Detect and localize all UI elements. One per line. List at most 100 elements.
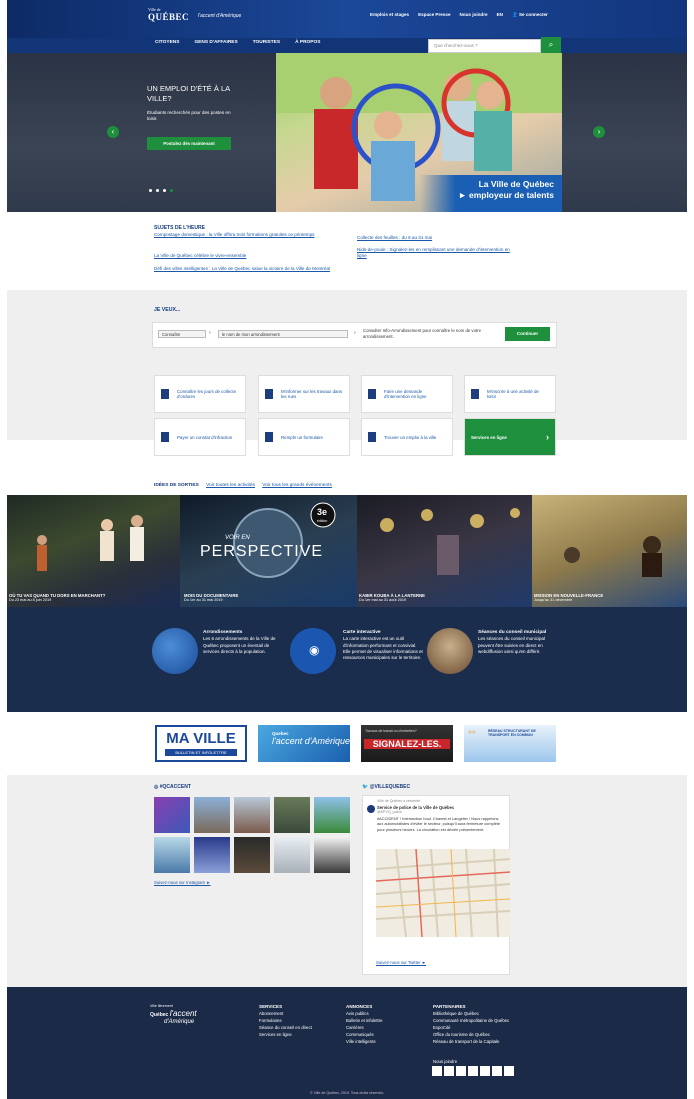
rss-icon[interactable] xyxy=(492,1066,502,1076)
card-loisir[interactable]: M'inscrire à une activité de loisir xyxy=(464,375,556,413)
nav-apropos[interactable]: À PROPOS xyxy=(295,40,320,45)
card-formulaire[interactable]: Remplir un formulaire xyxy=(258,418,350,456)
facebook-icon[interactable] xyxy=(432,1066,442,1076)
continue-button[interactable]: Continuer xyxy=(505,327,550,341)
hero-band: La Ville de Québec ► employeur de talent… xyxy=(420,175,562,212)
avatar xyxy=(367,805,375,813)
carousel-dot[interactable] xyxy=(163,189,166,192)
event-panel[interactable]: VOIR EN PERSPECTIVE 3e édition MOIS DU D… xyxy=(180,495,357,607)
hero-apply-button[interactable]: Postulez dès maintenant xyxy=(147,137,231,150)
council-photo[interactable] xyxy=(427,628,473,674)
twitter-follow-link[interactable]: Suivez-nous sur Twitter ► xyxy=(376,960,426,965)
banner-rtc[interactable]: RÉSEAU STRUCTURANT DE TRANSPORT EN COMMU… xyxy=(464,725,556,762)
briefcase-icon xyxy=(368,432,376,442)
card-emploi[interactable]: Trouver un emploi à la ville xyxy=(361,418,453,456)
instagram-photo[interactable] xyxy=(314,837,350,873)
top-links: Emplois et stages Espace Presse Nous joi… xyxy=(370,12,548,18)
instagram-photo[interactable] xyxy=(154,797,190,833)
carousel-dot-active[interactable] xyxy=(170,189,173,192)
twitter-icon: 🐦 xyxy=(362,784,370,790)
card-collecte[interactable]: Connaître les jours de collecte d'ordure… xyxy=(154,375,246,413)
top-link-emplois[interactable]: Emplois et stages xyxy=(370,12,409,18)
subject-link[interactable]: Défi des villes intelligentes : La Ville… xyxy=(154,266,344,272)
all-events-link[interactable]: Voir tous les grands événements xyxy=(262,483,332,488)
instagram-photo[interactable] xyxy=(234,837,270,873)
tweet-map-image[interactable] xyxy=(376,849,510,937)
footer-logo[interactable]: Ville fièrement Québec l'accent d'Amériq… xyxy=(150,1003,197,1026)
chevron-left-icon: ‹ xyxy=(111,127,115,136)
instagram-photo[interactable] xyxy=(234,797,270,833)
youtube-icon[interactable] xyxy=(456,1066,466,1076)
footer-accent: l'accent xyxy=(169,1009,197,1018)
tweet-retweet: Ville de Québec a retweeté xyxy=(377,799,421,803)
maville-title: MA VILLE xyxy=(166,730,236,747)
footer-link[interactable]: Formulaires xyxy=(259,1017,312,1024)
footer-link[interactable]: Abonnement xyxy=(259,1010,312,1017)
event-panel[interactable]: OÙ TU VAS QUAND TU DORS EN MARCHANT? Du 2… xyxy=(7,495,180,607)
instagram-photo[interactable] xyxy=(194,797,230,833)
linkedin-icon[interactable] xyxy=(480,1066,490,1076)
banner-maville[interactable]: MA VILLE BULLETIN ET INFOLETTRE xyxy=(155,725,247,762)
footer-link[interactable]: Séance du conseil en direct xyxy=(259,1024,312,1031)
carousel-prev-button[interactable]: ‹ xyxy=(107,126,119,138)
event-panel[interactable]: MISSION EN NOUVELLE-FRANCE Jusqu'au 31 dé… xyxy=(532,495,687,607)
footer-link[interactable]: Communauté métropolitaine de Québec xyxy=(433,1017,509,1024)
login-link[interactable]: 👤 Se connecter xyxy=(512,12,548,18)
top-link-joindre[interactable]: Nous joindre xyxy=(460,12,488,18)
instagram-icon[interactable] xyxy=(468,1066,478,1076)
instagram-photo[interactable] xyxy=(154,837,190,873)
nav-affaires[interactable]: GENS D'AFFAIRES xyxy=(194,40,237,45)
subject-link[interactable]: Collecte des feuilles : du 6 au 31 mai xyxy=(357,235,517,241)
quebec-logo[interactable]: Ville de QUÉBEC xyxy=(148,7,189,22)
card-constat[interactable]: Payer un constat d'infraction xyxy=(154,418,246,456)
arrondissements-map-icon[interactable] xyxy=(152,628,198,674)
footer-link[interactable]: Communiqués xyxy=(346,1031,383,1038)
carousel-next-button[interactable]: › xyxy=(593,126,605,138)
card-travaux[interactable]: M'informer sur les travaux dans les rues xyxy=(258,375,350,413)
instagram-photo[interactable] xyxy=(314,797,350,833)
instagram-follow-link[interactable]: Suivez-nous sur Instagram ► xyxy=(154,880,211,885)
nav-touristes[interactable]: TOURISTES xyxy=(253,40,280,45)
action-select[interactable]: Connaître xyxy=(158,330,206,338)
footer-link[interactable]: Ville intelligente xyxy=(346,1038,383,1045)
instagram-photo[interactable] xyxy=(274,797,310,833)
footer-link[interactable]: ExpoCité xyxy=(433,1024,509,1031)
band-line2: ► employeur de talents xyxy=(458,190,554,200)
instagram-photo[interactable] xyxy=(194,837,230,873)
top-link-presse[interactable]: Espace Presse xyxy=(418,12,450,18)
banner-signalez[interactable]: Travaux de travail ou d'entretien? SIGNA… xyxy=(361,725,453,762)
footer-link[interactable]: Bulletin et infolettre xyxy=(346,1017,383,1024)
carousel-dot[interactable] xyxy=(156,189,159,192)
tweet-card[interactable]: Ville de Québec a retweeté Service de po… xyxy=(362,795,510,975)
footer-link[interactable]: Services en ligne xyxy=(259,1031,312,1038)
footer-join-label: Nous joindre xyxy=(433,1059,458,1064)
card-services-en-ligne[interactable]: Services en ligne › xyxy=(464,418,556,456)
footer-link[interactable]: Bibliothèque de Québec xyxy=(433,1010,509,1017)
subject-link[interactable]: La Ville de Québec célèbre le vivre-ense… xyxy=(154,253,344,259)
footer-link[interactable]: Carrières xyxy=(346,1024,383,1031)
card-intervention[interactable]: Faire une demande d'intervention en lign… xyxy=(361,375,453,413)
twitter-icon[interactable] xyxy=(444,1066,454,1076)
carousel-dot[interactable] xyxy=(149,189,152,192)
instagram-photo[interactable] xyxy=(274,837,310,873)
email-icon[interactable] xyxy=(504,1066,514,1076)
card-label: M'inscrire à une activité de loisir xyxy=(487,389,539,399)
subject-link[interactable]: Nids-de-poule : Signalez-les en rempliss… xyxy=(357,247,517,259)
search-button[interactable]: ⌕ xyxy=(541,37,561,53)
topic-select[interactable]: le nom de mon arrondissement xyxy=(218,330,348,338)
footer-brand: Québec xyxy=(150,1012,169,1018)
nav-citoyens[interactable]: CITOYENS xyxy=(155,40,179,45)
all-activities-link[interactable]: Voir toutes les activités xyxy=(206,483,255,488)
banner-accent[interactable]: Quebec l'accent d'Amérique xyxy=(258,725,350,762)
footer-link[interactable]: Office du tourisme de Québec xyxy=(433,1031,509,1038)
info-text: La carte interactive est un outil d'info… xyxy=(343,636,423,661)
search-input[interactable]: Que cherchez-vous ? xyxy=(428,39,541,53)
top-link-lang[interactable]: EN xyxy=(497,12,503,18)
footer-link[interactable]: Avis publics xyxy=(346,1010,383,1017)
event-panel[interactable]: KABIR KOUBA À LA LANTERNE Du 1er mai au 3… xyxy=(357,495,532,607)
footer-link[interactable]: Réseau de transport de la Capitale xyxy=(433,1038,509,1045)
info-carte: Carte interactive La carte interactive es… xyxy=(343,630,425,661)
footer-social-icons xyxy=(432,1066,514,1076)
subject-link[interactable]: Compostage domestique : la Ville offrira… xyxy=(154,232,344,238)
footer-col-title: PARTENAIRES xyxy=(433,1004,466,1009)
